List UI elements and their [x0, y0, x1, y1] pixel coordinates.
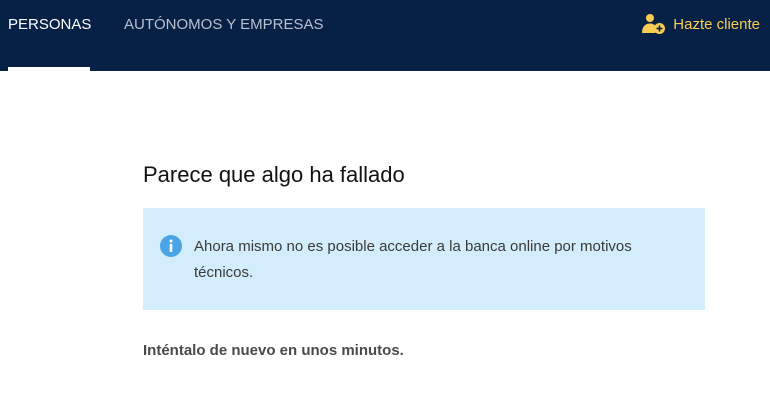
top-navigation-bar: PERSONAS AUTÓNOMOS Y EMPRESAS Hazte clie…: [0, 0, 770, 71]
info-message-box: Ahora mismo no es posible acceder a la b…: [143, 208, 705, 310]
hazte-cliente-label: Hazte cliente: [673, 15, 760, 33]
info-message-text: Ahora mismo no es posible acceder a la b…: [194, 238, 632, 281]
page-title: Parece que algo ha fallado: [143, 162, 405, 187]
tab-autonomos-empresas[interactable]: AUTÓNOMOS Y EMPRESAS: [124, 16, 324, 34]
retry-message: Inténtalo de nuevo en unos minutos.: [143, 342, 404, 359]
info-icon: [160, 235, 182, 257]
active-tab-indicator: [8, 67, 90, 71]
user-add-icon: [642, 13, 666, 35]
tab-personas[interactable]: PERSONAS: [8, 16, 91, 34]
hazte-cliente-button[interactable]: Hazte cliente: [642, 12, 760, 36]
